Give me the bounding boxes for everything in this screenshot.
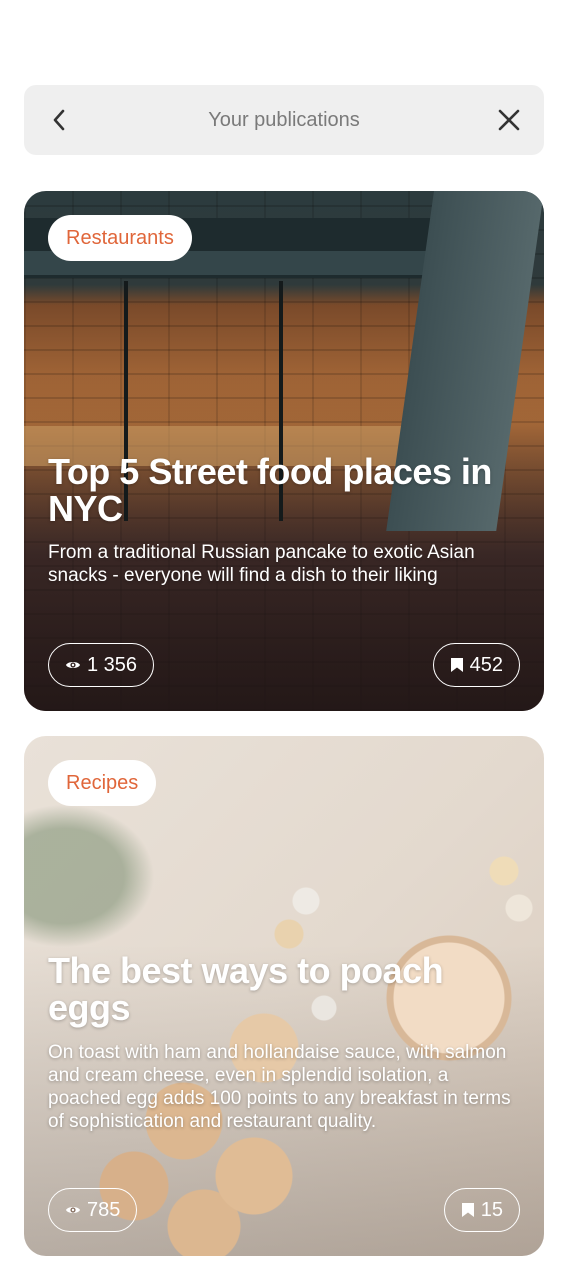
back-button[interactable]	[24, 85, 94, 155]
eye-icon	[66, 662, 80, 668]
close-button[interactable]	[474, 85, 544, 155]
category-chip[interactable]: Recipes	[48, 760, 157, 806]
bookmark-icon	[461, 1203, 474, 1217]
saves-count: 452	[469, 653, 503, 676]
top-bar: Your publications	[24, 85, 544, 155]
views-count: 1 356	[87, 653, 138, 676]
eye-icon	[66, 1207, 80, 1213]
publication-card[interactable]: Restaurants Top 5 Street food places in …	[24, 191, 544, 711]
category-chip[interactable]: Restaurants	[48, 215, 192, 261]
views-counter[interactable]: 1 356	[48, 643, 155, 687]
card-description: From a traditional Russian pancake to ex…	[48, 542, 475, 586]
card-description: On toast with ham and hollandaise sauce,…	[48, 1042, 511, 1132]
bookmark-icon	[450, 658, 463, 672]
views-counter[interactable]: 785	[48, 1188, 138, 1232]
saves-counter[interactable]: 452	[432, 643, 520, 687]
close-icon	[498, 109, 520, 131]
views-count: 785	[87, 1198, 121, 1221]
publication-card[interactable]: Recipes The best ways to poach eggs On t…	[24, 736, 544, 1256]
card-title: Top 5 Street food places in NYC	[48, 451, 492, 529]
saves-counter[interactable]: 15	[443, 1188, 520, 1232]
saves-count: 15	[480, 1198, 503, 1221]
chevron-left-icon	[53, 109, 65, 131]
page-title: Your publications	[208, 108, 360, 131]
card-title: The best ways to poach eggs	[48, 950, 444, 1028]
